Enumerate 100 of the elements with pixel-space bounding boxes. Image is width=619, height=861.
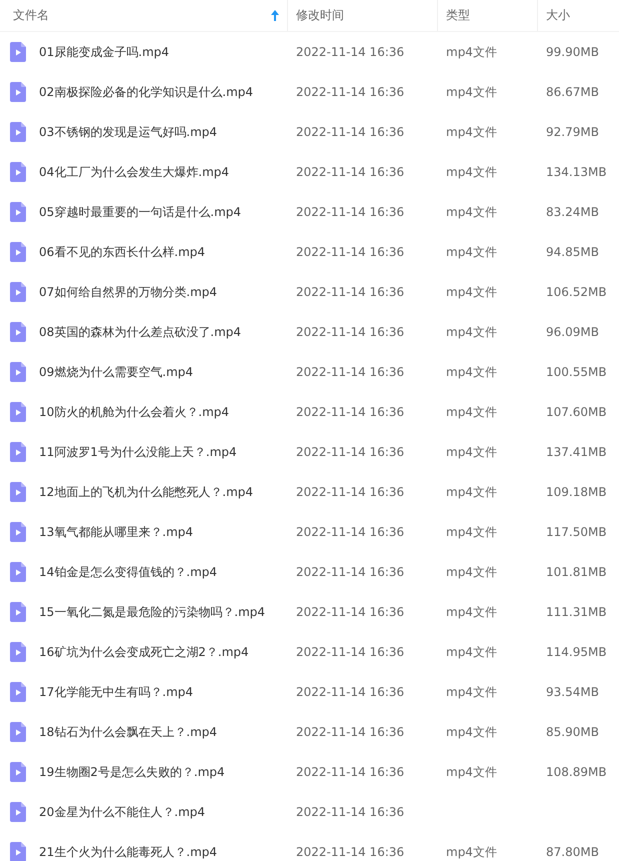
file-size: 108.89MB	[546, 765, 607, 779]
video-file-icon	[10, 122, 26, 142]
file-name[interactable]: 04化工厂为什么会发生大爆炸.mp4	[39, 164, 230, 180]
file-size: 101.81MB	[546, 565, 607, 579]
column-header[interactable]: 类型	[438, 0, 538, 31]
file-name[interactable]: 06看不见的东西长什么样.mp4	[39, 244, 206, 260]
video-file-icon	[10, 522, 26, 542]
file-name[interactable]: 18钻石为什么会飘在天上？.mp4	[39, 724, 218, 740]
video-file-icon	[10, 642, 26, 662]
file-size: 109.18MB	[546, 485, 607, 499]
file-name[interactable]: 10防火的机舱为什么会着火？.mp4	[39, 404, 230, 420]
video-file-icon	[10, 602, 26, 622]
file-type: mp4文件	[446, 764, 497, 780]
file-name[interactable]: 15一氧化二氮是最危险的污染物吗？.mp4	[39, 604, 266, 620]
video-file-icon	[10, 162, 26, 182]
file-type: mp4文件	[446, 644, 497, 660]
file-size: 134.13MB	[546, 165, 607, 179]
video-file-icon	[10, 402, 26, 422]
file-size: 94.85MB	[546, 245, 599, 259]
video-file-icon	[10, 362, 26, 382]
file-name[interactable]: 05穿越时最重要的一句话是什么.mp4	[39, 204, 242, 220]
file-type: mp4文件	[446, 484, 497, 500]
file-size: 93.54MB	[546, 685, 599, 699]
modified-time: 2022-11-14 16:36	[296, 725, 404, 739]
file-name[interactable]: 03不锈钢的发现是运气好吗.mp4	[39, 124, 218, 140]
video-file-icon	[10, 802, 26, 822]
video-file-icon	[10, 202, 26, 222]
file-type: mp4文件	[446, 404, 497, 420]
file-name[interactable]: 09燃烧为什么需要空气.mp4	[39, 364, 194, 380]
video-file-icon	[10, 682, 26, 702]
column-header[interactable]: 大小	[538, 0, 619, 31]
file-size: 99.90MB	[546, 45, 599, 59]
video-file-icon	[10, 562, 26, 582]
modified-time: 2022-11-14 16:36	[296, 125, 404, 139]
file-type: mp4文件	[446, 164, 497, 180]
video-file-icon	[10, 722, 26, 742]
column-header[interactable]: 文件名	[0, 0, 288, 31]
video-file-icon	[10, 762, 26, 782]
file-type: mp4文件	[446, 84, 497, 100]
file-size: 87.80MB	[546, 845, 599, 859]
file-name[interactable]: 17化学能无中生有吗？.mp4	[39, 684, 194, 700]
modified-time: 2022-11-14 16:36	[296, 365, 404, 379]
file-type: mp4文件	[446, 44, 497, 60]
modified-time: 2022-11-14 16:36	[296, 605, 404, 619]
modified-time: 2022-11-14 16:36	[296, 45, 404, 59]
file-size: 137.41MB	[546, 445, 607, 459]
modified-time: 2022-11-14 16:36	[296, 205, 404, 219]
file-type: mp4文件	[446, 284, 497, 300]
file-name[interactable]: 14铂金是怎么变得值钱的？.mp4	[39, 564, 218, 580]
file-size: 114.95MB	[546, 645, 607, 659]
modified-time: 2022-11-14 16:36	[296, 165, 404, 179]
video-file-icon	[10, 42, 26, 62]
file-name[interactable]: 20金星为什么不能住人？.mp4	[39, 804, 206, 820]
modified-time: 2022-11-14 16:36	[296, 765, 404, 779]
file-name[interactable]: 08英国的森林为什么差点砍没了.mp4	[39, 324, 242, 340]
file-type: mp4文件	[446, 364, 497, 380]
file-name[interactable]: 16矿坑为什么会变成死亡之湖2？.mp4	[39, 644, 249, 660]
file-size: 100.55MB	[546, 365, 607, 379]
file-size: 83.24MB	[546, 205, 599, 219]
file-type: mp4文件	[446, 444, 497, 460]
file-name[interactable]: 01尿能变成金子吗.mp4	[39, 44, 170, 60]
video-file-icon	[10, 282, 26, 302]
file-size: 86.67MB	[546, 85, 599, 99]
file-name[interactable]: 12地面上的飞机为什么能憋死人？.mp4	[39, 484, 254, 500]
modified-time: 2022-11-14 16:36	[296, 445, 404, 459]
file-name[interactable]: 21生个火为什么能毒死人？.mp4	[39, 844, 218, 860]
file-type: mp4文件	[446, 564, 497, 580]
video-file-icon	[10, 82, 26, 102]
modified-time: 2022-11-14 16:36	[296, 525, 404, 539]
modified-time: 2022-11-14 16:36	[296, 685, 404, 699]
file-name[interactable]: 07如何给自然界的万物分类.mp4	[39, 284, 218, 300]
file-type: mp4文件	[446, 204, 497, 220]
file-size: 106.52MB	[546, 285, 607, 299]
video-file-icon	[10, 242, 26, 262]
file-size: 107.60MB	[546, 405, 607, 419]
file-type: mp4文件	[446, 524, 497, 540]
file-size: 92.79MB	[546, 125, 599, 139]
modified-time: 2022-11-14 16:36	[296, 285, 404, 299]
modified-time: 2022-11-14 16:36	[296, 85, 404, 99]
file-type: mp4文件	[446, 244, 497, 260]
file-size: 111.31MB	[546, 605, 607, 619]
modified-time: 2022-11-14 16:36	[296, 485, 404, 499]
video-file-icon	[10, 322, 26, 342]
file-name[interactable]: 19生物圈2号是怎么失败的？.mp4	[39, 764, 225, 780]
file-size: 96.09MB	[546, 325, 599, 339]
modified-time: 2022-11-14 16:36	[296, 565, 404, 579]
column-header[interactable]: 修改时间	[288, 0, 438, 31]
video-file-icon	[10, 442, 26, 462]
modified-time: 2022-11-14 16:36	[296, 405, 404, 419]
file-name[interactable]: 11阿波罗1号为什么没能上天？.mp4	[39, 444, 237, 460]
file-size: 117.50MB	[546, 525, 607, 539]
file-name[interactable]: 02南极探险必备的化学知识是什么.mp4	[39, 84, 254, 100]
file-type: mp4文件	[446, 324, 497, 340]
file-type: mp4文件	[446, 844, 497, 860]
modified-time: 2022-11-14 16:36	[296, 645, 404, 659]
video-file-icon	[10, 482, 26, 502]
file-name[interactable]: 13氧气都能从哪里来？.mp4	[39, 524, 194, 540]
modified-time: 2022-11-14 16:36	[296, 245, 404, 259]
file-type: mp4文件	[446, 724, 497, 740]
file-type: mp4文件	[446, 124, 497, 140]
